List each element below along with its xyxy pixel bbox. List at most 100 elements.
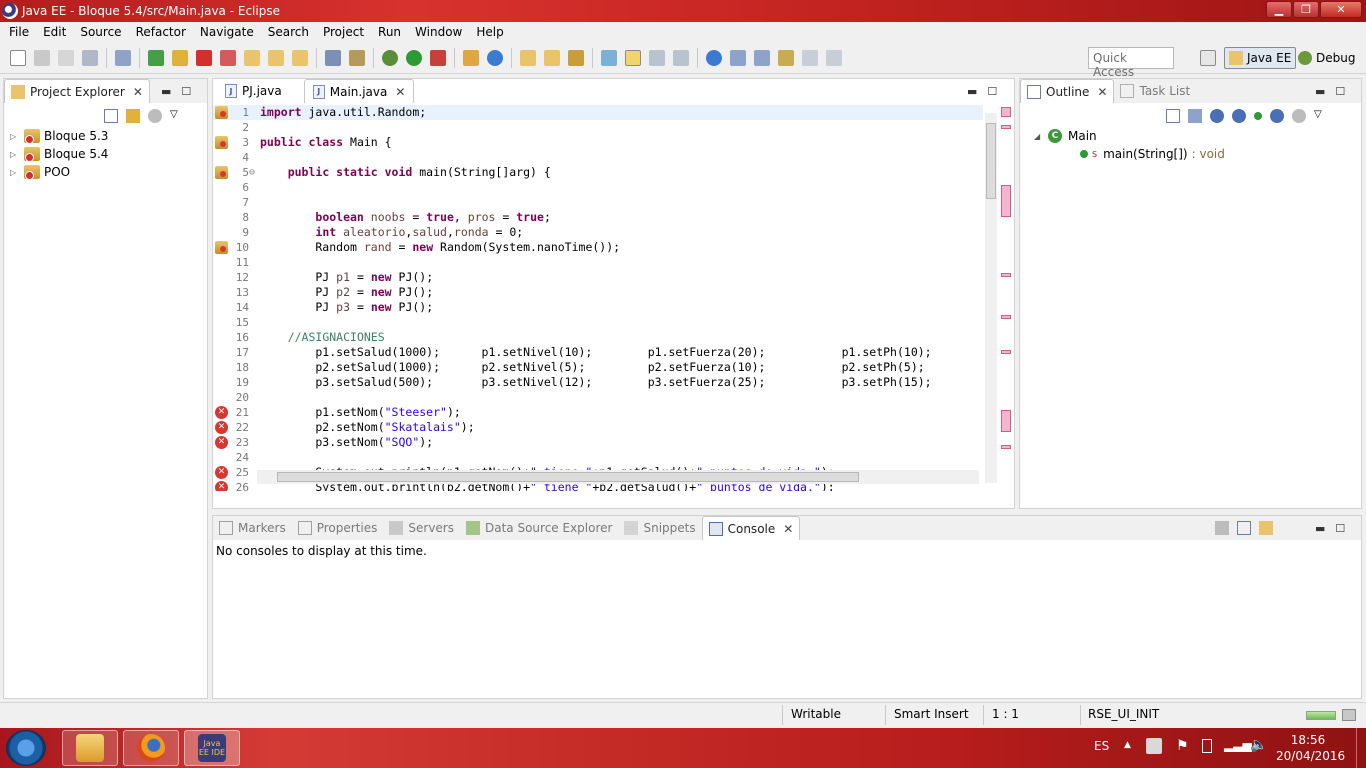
- overview-marker[interactable]: [1001, 125, 1011, 129]
- code-line[interactable]: 3 public class Main {: [213, 135, 983, 150]
- error-marker-icon[interactable]: ✕: [215, 436, 228, 449]
- menu-source[interactable]: Source: [73, 25, 128, 39]
- tab-outline[interactable]: Outline ✕: [1020, 79, 1115, 103]
- tab-data-source-explorer[interactable]: Data Source Explorer: [460, 516, 618, 540]
- step-return-icon[interactable]: [292, 49, 308, 66]
- tree-item[interactable]: ▷ POO: [10, 163, 108, 181]
- show-hidden-icons-icon[interactable]: ▲: [1124, 740, 1131, 750]
- error-marker-icon[interactable]: ✕: [215, 406, 228, 419]
- code-line[interactable]: 16 //ASIGNACIONES: [213, 330, 983, 345]
- back-icon[interactable]: [802, 49, 818, 66]
- code-line[interactable]: 24: [213, 450, 983, 465]
- link-with-editor-icon[interactable]: [126, 109, 140, 123]
- code-line[interactable]: 1 import java.util.Random;: [213, 105, 983, 120]
- use-step-filters-icon[interactable]: [325, 49, 341, 66]
- code-line[interactable]: 2: [213, 120, 983, 135]
- quick-access-input[interactable]: Quick Access: [1088, 47, 1174, 79]
- expand-icon[interactable]: ▷: [10, 168, 20, 177]
- code-line[interactable]: ✕ 23 p3.setNom("SQO");: [213, 435, 983, 450]
- drop-to-frame-icon[interactable]: [349, 49, 365, 66]
- terminate-icon[interactable]: [196, 49, 212, 66]
- taskbar-eclipse[interactable]: Java EE IDE: [184, 730, 240, 766]
- hide-static-icon[interactable]: [1232, 109, 1246, 123]
- focus-icon[interactable]: [1292, 109, 1306, 123]
- hide-local-types-icon[interactable]: [1270, 109, 1284, 123]
- hide-fields-icon[interactable]: [1210, 109, 1224, 123]
- skip-breakpoints-icon[interactable]: [115, 49, 131, 66]
- new-server-icon[interactable]: [463, 49, 479, 66]
- taskbar-explorer[interactable]: [62, 730, 118, 766]
- perspective-debug[interactable]: Debug: [1294, 47, 1359, 69]
- close-icon[interactable]: ✕: [1320, 1, 1362, 18]
- code-line[interactable]: 13 PJ p2 = new PJ();: [213, 285, 983, 300]
- tab-project-explorer[interactable]: Project Explorer ✕: [4, 79, 150, 103]
- block-selection-icon[interactable]: [649, 49, 665, 66]
- code-line[interactable]: 4: [213, 150, 983, 165]
- tab-main-java[interactable]: J Main.java ✕: [303, 79, 415, 103]
- external-tools-icon[interactable]: [430, 49, 446, 66]
- network-device-icon[interactable]: [1146, 738, 1162, 754]
- code-line[interactable]: 11: [213, 255, 983, 270]
- save-all-icon[interactable]: [58, 49, 74, 66]
- clock-date[interactable]: 20/04/2016: [1276, 749, 1345, 763]
- code-line[interactable]: 9 int aleatorio,salud,ronda = 0;: [213, 225, 983, 240]
- save-icon[interactable]: [34, 49, 50, 66]
- filters-icon[interactable]: [148, 109, 162, 123]
- tab-servers[interactable]: Servers: [383, 516, 460, 540]
- previous-annotation-icon[interactable]: [754, 49, 770, 66]
- tab-pj-java[interactable]: J PJ.java: [217, 79, 290, 103]
- close-icon[interactable]: ✕: [1097, 85, 1107, 99]
- error-marker-icon[interactable]: ✕: [215, 466, 228, 479]
- suspend-icon[interactable]: [172, 49, 188, 66]
- view-menu-icon[interactable]: ▽: [170, 109, 184, 123]
- code-line[interactable]: 14 PJ p3 = new PJ();: [213, 300, 983, 315]
- maximize-icon[interactable]: ❐: [1293, 1, 1319, 18]
- close-icon[interactable]: ✕: [133, 85, 143, 99]
- scrollbar-thumb[interactable]: [277, 472, 859, 482]
- expand-icon[interactable]: ▷: [10, 132, 20, 141]
- tab-snippets[interactable]: Snippets: [618, 516, 701, 540]
- sort-icon[interactable]: [1188, 109, 1202, 123]
- show-desktop-button[interactable]: [1356, 728, 1366, 768]
- fold-icon[interactable]: ⊖: [249, 165, 255, 180]
- code-line[interactable]: 15: [213, 315, 983, 330]
- outline-class-item[interactable]: ◢ C Main: [1034, 129, 1097, 143]
- volume-icon[interactable]: 🔈: [1250, 737, 1267, 753]
- warning-marker-icon[interactable]: [215, 106, 228, 119]
- minimize-view-icon[interactable]: ▬: [967, 85, 977, 98]
- code-line[interactable]: 10 Random rand = new Random(System.nanoT…: [213, 240, 983, 255]
- clock-time[interactable]: 18:56: [1278, 733, 1338, 747]
- disconnect-icon[interactable]: [220, 49, 236, 66]
- status-insert-mode[interactable]: Smart Insert: [894, 707, 969, 721]
- search-icon[interactable]: [568, 49, 584, 66]
- code-line[interactable]: 20: [213, 390, 983, 405]
- new-java-class-icon[interactable]: [487, 49, 503, 66]
- progress-view-icon[interactable]: [1342, 709, 1356, 721]
- open-console-icon[interactable]: [1259, 521, 1273, 535]
- error-marker-icon[interactable]: ✕: [215, 481, 228, 491]
- overview-ruler[interactable]: [1000, 105, 1012, 491]
- code-line[interactable]: ✕ 21 p1.setNom("Steeser");: [213, 405, 983, 420]
- toggle-breadcrumb-icon[interactable]: [601, 49, 617, 66]
- action-center-flag-icon[interactable]: ⚑: [1176, 738, 1189, 754]
- collapse-icon[interactable]: ◢: [1034, 132, 1044, 141]
- maximize-view-icon[interactable]: ☐: [1335, 522, 1345, 535]
- menu-help[interactable]: Help: [469, 25, 510, 39]
- debug-icon[interactable]: [382, 49, 398, 66]
- code-line[interactable]: 19 p3.setSalud(500); p3.setNivel(12); p3…: [213, 375, 983, 390]
- overview-marker[interactable]: [1001, 445, 1011, 449]
- open-type-icon[interactable]: [520, 49, 536, 66]
- menu-navigate[interactable]: Navigate: [193, 25, 261, 39]
- windows-start-icon[interactable]: [6, 730, 46, 766]
- hide-non-public-icon[interactable]: [1254, 112, 1262, 120]
- tab-console[interactable]: Console ✕: [701, 516, 801, 540]
- expand-icon[interactable]: ▷: [10, 150, 20, 159]
- view-menu-icon[interactable]: ▽: [1314, 109, 1328, 123]
- open-perspective-icon[interactable]: [1200, 50, 1216, 66]
- step-over-icon[interactable]: [268, 49, 284, 66]
- minimize-view-icon[interactable]: ▬: [161, 85, 171, 98]
- perspective-javaee[interactable]: Java EE: [1224, 47, 1297, 69]
- collapse-all-icon[interactable]: [1166, 109, 1180, 123]
- new-icon[interactable]: [10, 49, 26, 66]
- menu-project[interactable]: Project: [316, 25, 371, 39]
